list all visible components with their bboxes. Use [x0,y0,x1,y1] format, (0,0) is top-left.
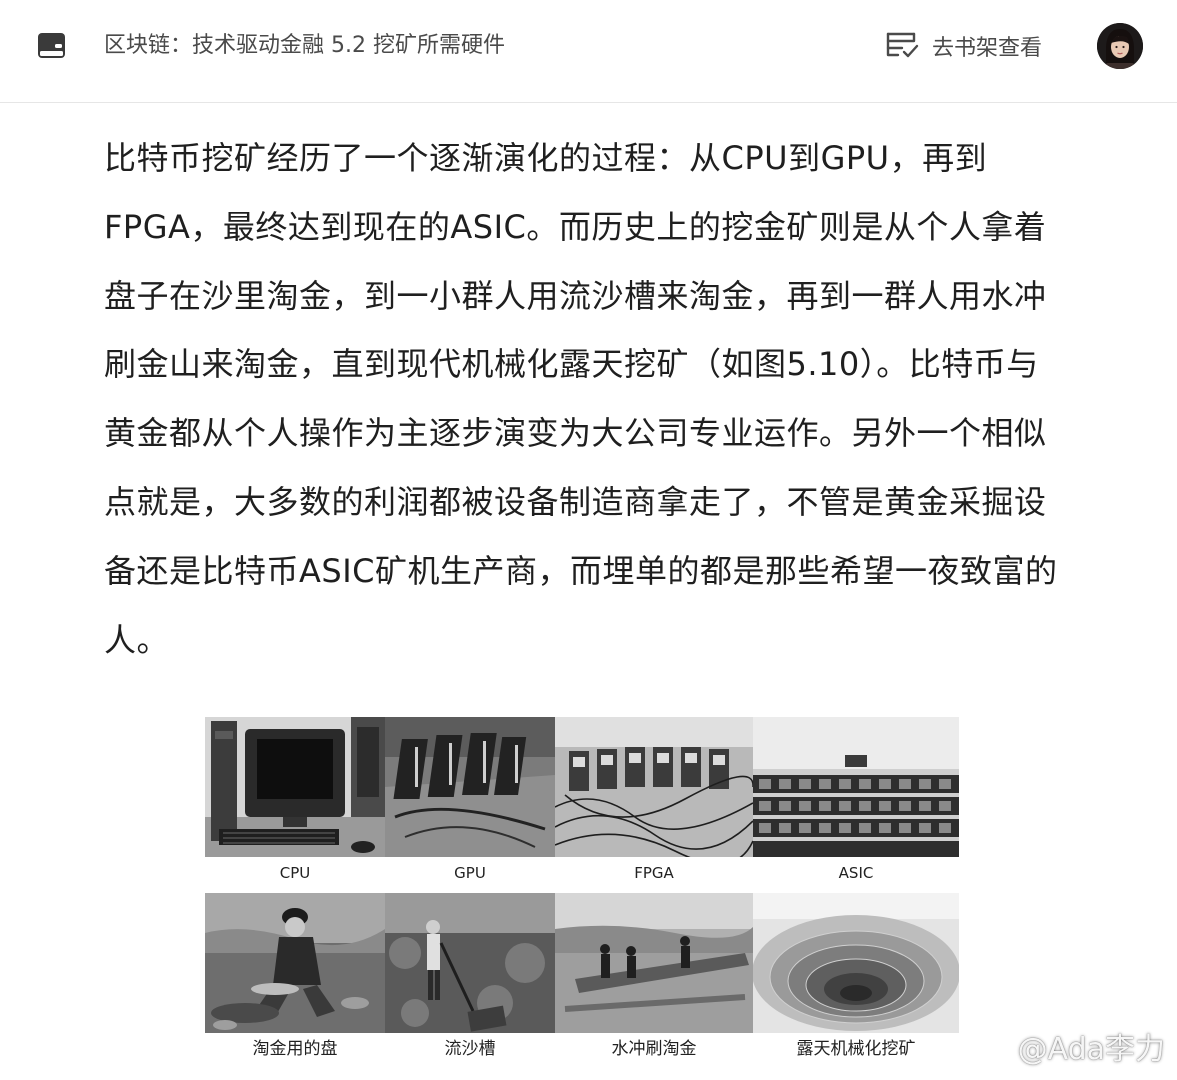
gold-mining-caption-row: 淘金用的盘 流沙槽 水冲刷淘金 露天机械化挖矿 [205,1036,959,1064]
gold-pan-photo [205,893,385,1033]
open-pit-mine-photo [753,893,959,1033]
sluice-photo [385,893,555,1033]
hardware-caption-row: CPU GPU FPGA ASIC [205,860,959,886]
caption-asic: ASIC [838,864,874,882]
weibo-icon [972,1025,1012,1067]
go-to-bookshelf-button[interactable]: 去书架查看 [884,28,1042,64]
gold-mining-photo-row [205,893,959,1033]
chapter-breadcrumb: 区块链：技术驱动金融 5.2 挖矿所需硬件 [104,33,505,58]
bookshelf-icon [884,28,920,64]
caption-gold-pan: 淘金用的盘 [252,1039,338,1059]
hardware-photo-row [205,717,959,857]
fpga-photo [555,717,753,857]
cpu-photo [205,717,385,857]
caption-open-pit: 露天机械化挖矿 [796,1039,916,1059]
caption-cpu: CPU [279,864,311,882]
watermark-text: @Ada李力 [1017,1032,1165,1067]
figure-mining-evolution: CPU GPU FPGA ASIC 淘金用的盘 流沙槽 水冲刷淘金 露天机械化挖… [205,717,959,1067]
go-to-bookshelf-label: 去书架查看 [932,36,1043,61]
hydraulic-mining-photo [555,893,753,1033]
weibo-watermark: @Ada李力 [972,1024,1165,1068]
user-avatar[interactable] [1097,23,1143,69]
article-paragraph: 比特币挖矿经历了一个逐渐演化的过程：从CPU到GPU，再到FPGA，最终达到现在… [104,139,1058,659]
gpu-photo [385,717,555,857]
asic-photo [753,717,959,857]
caption-sluice: 流沙槽 [444,1039,496,1059]
book-icon[interactable] [36,30,68,62]
caption-gpu: GPU [454,864,486,882]
article-body: 比特币挖矿经历了一个逐渐演化的过程：从CPU到GPU，再到FPGA，最终达到现在… [104,124,1064,674]
caption-hydraulic: 水冲刷淘金 [611,1039,697,1059]
caption-fpga: FPGA [634,864,674,882]
reader-top-bar: 区块链：技术驱动金融 5.2 挖矿所需硬件 去书架查看 [0,0,1177,103]
